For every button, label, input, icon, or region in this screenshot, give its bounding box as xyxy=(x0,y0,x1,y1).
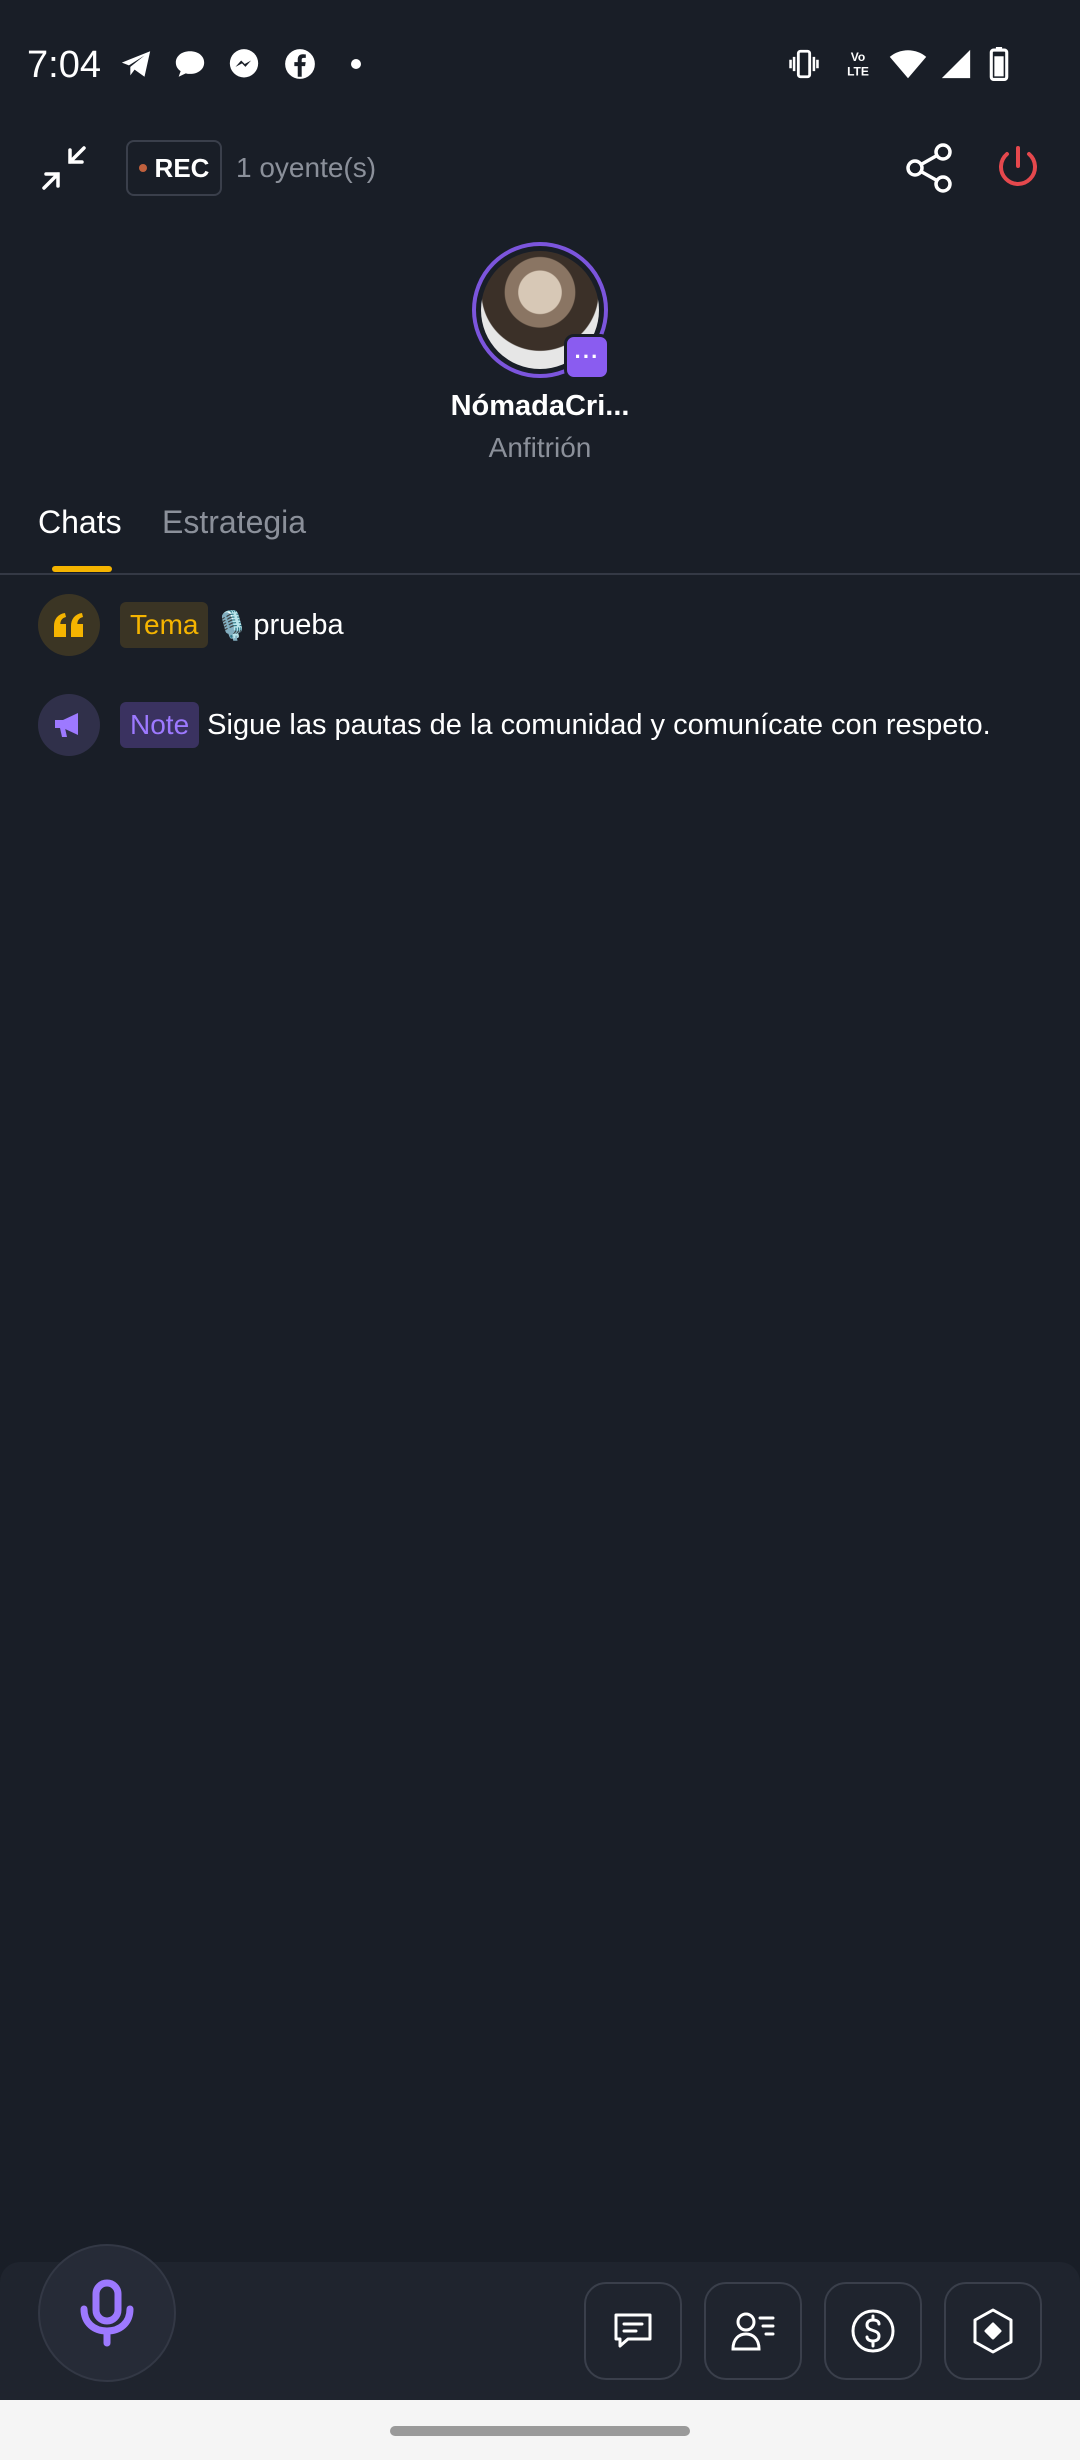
vibrate-icon xyxy=(784,44,824,84)
microphone-button[interactable] xyxy=(38,2244,176,2382)
power-icon[interactable] xyxy=(992,142,1044,194)
topic-tag: Tema xyxy=(120,602,209,648)
host-role: Anfitrión xyxy=(488,432,592,463)
svg-text:LTE: LTE xyxy=(847,64,869,78)
hexagon-diamond-icon[interactable] xyxy=(944,2282,1042,2380)
rec-label: REC xyxy=(154,152,210,183)
minimize-icon[interactable] xyxy=(36,140,92,196)
facebook-icon xyxy=(280,44,320,84)
svg-text:Vo: Vo xyxy=(851,50,865,64)
chat-bubble-icon xyxy=(170,44,210,84)
volte-icon: Vo LTE xyxy=(838,44,878,84)
tab-chats[interactable]: Chats xyxy=(38,504,122,541)
note-tag: Note xyxy=(120,702,200,748)
wifi-icon xyxy=(888,44,928,84)
live-room-screen: 7:04 Vo LTE REC 1 oyente(s) ··· NómadaCr… xyxy=(0,0,1080,2460)
dot-icon xyxy=(346,44,366,84)
battery-icon xyxy=(984,44,1014,84)
tab-strategy[interactable]: Estrategia xyxy=(162,504,306,541)
home-gesture-handle[interactable] xyxy=(390,2426,690,2436)
status-bar: 7:04 Vo LTE xyxy=(0,0,1080,130)
messenger-icon xyxy=(224,44,264,84)
dollar-icon[interactable] xyxy=(824,2282,922,2380)
message-icon[interactable] xyxy=(584,2282,682,2380)
quote-icon xyxy=(38,594,100,656)
topic-text: prueba xyxy=(253,608,344,641)
active-tab-indicator xyxy=(52,566,112,572)
signal-icon xyxy=(936,44,976,84)
rec-badge: REC xyxy=(126,140,222,196)
host-name: NómadaCri... xyxy=(450,390,630,422)
microphone-emoji-icon: 🎙️ xyxy=(214,609,250,641)
status-time: 7:04 xyxy=(27,44,101,86)
note-text: Sigue las pautas de la comunidad y comun… xyxy=(207,708,991,741)
telegram-icon xyxy=(116,44,156,84)
share-icon[interactable] xyxy=(904,142,956,194)
more-options-button[interactable]: ··· xyxy=(564,334,610,380)
note-message: Note Sigue las pautas de la comunidad y … xyxy=(38,694,991,756)
listener-count[interactable]: 1 oyente(s) xyxy=(236,152,376,184)
tabs-divider xyxy=(0,573,1080,575)
megaphone-icon xyxy=(38,694,100,756)
user-list-icon[interactable] xyxy=(704,2282,802,2380)
rec-dot-icon xyxy=(138,164,147,172)
topic-message: Tema 🎙️ prueba xyxy=(38,594,344,656)
